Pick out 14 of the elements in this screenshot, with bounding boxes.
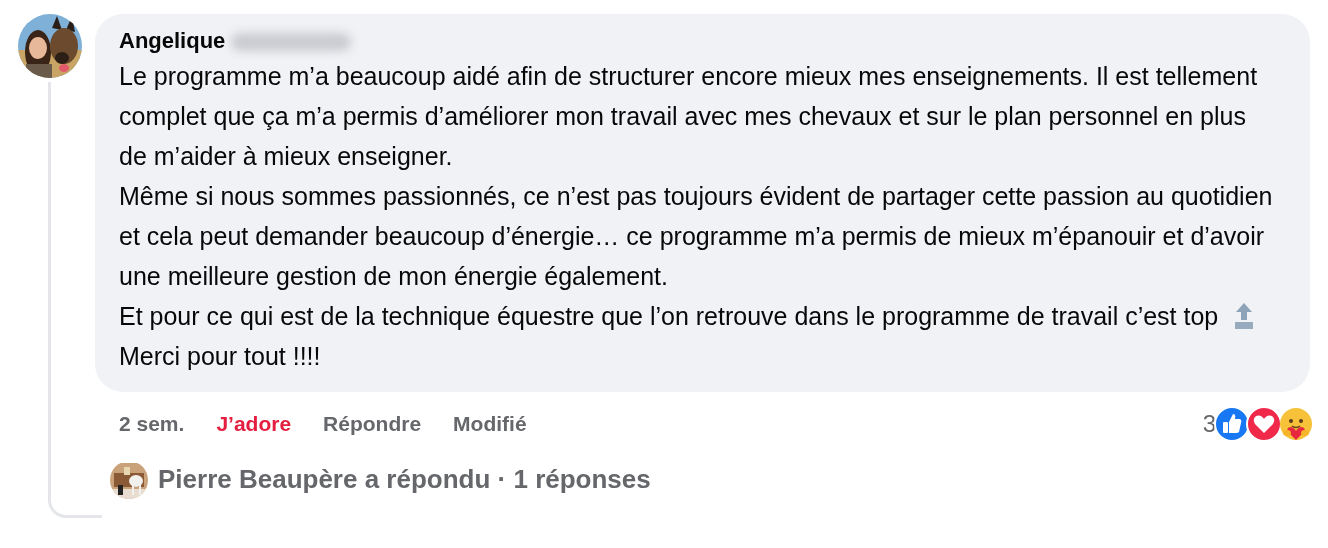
timestamp[interactable]: 2 sem. [119,408,185,440]
comment-text: Le programme m’a beaucoup aidé afin de structurer encore mieux mes enseignements. Il est tellement complet que ça m’a permis d’améliorer mon travail avec mes chevaux et sur le plan personnel en plus de m’aider à mieux enseigner. [119,61,1259,172]
comment-text: Même si nous sommes passionnés, ce n’est pas toujours évident de partager cette passion au quotidien et cela peut demander beaucoup d’énergie… ce programme m’a permis de mieux m’épanouir et d’avoir une meilleure gestion de mon énergie également. [119,181,1274,292]
comment-text: Merci pour tout !!!! [119,341,321,372]
action-link[interactable]: J’adore [216,408,292,440]
like-icon [1214,406,1250,442]
reaction-summary[interactable]: 3 [1202,406,1314,442]
action-link[interactable]: Répondre [323,408,422,440]
author-name[interactable]: Angelique [119,26,226,56]
hugging-face-icon [1278,406,1314,442]
replies-link[interactable]: Pierre Beaupère a répondu · 1 réponses [158,460,651,499]
comment-text: Et pour ce qui est de la technique équestre que l’on retrouve dans le programme de travail c’est top [119,301,1219,332]
top-arrow-icon [1234,302,1255,330]
action-link[interactable]: Modifié [453,408,527,440]
